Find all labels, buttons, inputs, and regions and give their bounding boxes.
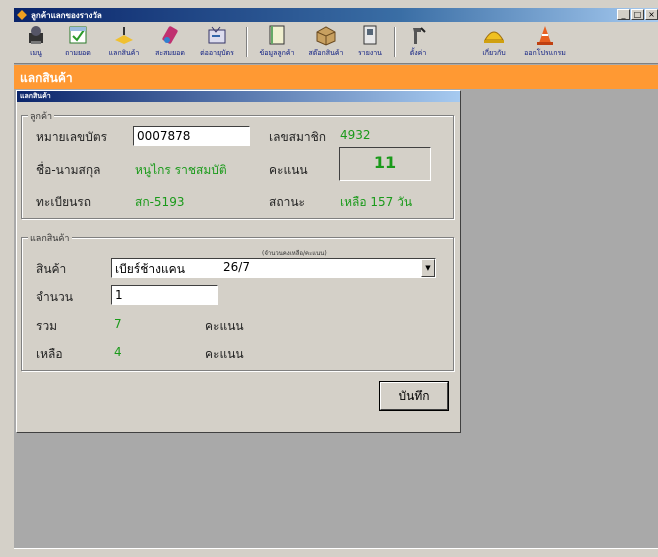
- total-value: 7: [114, 317, 122, 331]
- toolbar: เมนู ถามยอด แลกสินค้า สะสมยอด ต่ออายุบัต…: [14, 22, 658, 64]
- main-window: ลูกค้าแลกของรางวัล _ □ × เมนู ถามยอด แลก…: [14, 8, 658, 557]
- save-button[interactable]: บันทึก: [380, 382, 448, 410]
- registration-value: สก-5193: [135, 195, 185, 209]
- toolbar-menu[interactable]: เมนู: [20, 24, 52, 59]
- product-label: สินค้า: [36, 262, 67, 276]
- stock-hint: (จำนวนคงเหลือ/คะแนน): [262, 250, 327, 257]
- report-icon: [359, 24, 381, 46]
- total-label: รวม: [36, 319, 58, 333]
- page-title: แลกสินค้า: [20, 71, 73, 85]
- toolbar-report[interactable]: รายงาน: [352, 24, 388, 59]
- accumulate-icon: [159, 24, 181, 46]
- customer-info-icon: [266, 24, 288, 46]
- toolbar-exchange[interactable]: แลกสินค้า: [102, 24, 146, 59]
- renew-card-icon: [206, 24, 228, 46]
- window-title: ลูกค้าแลกของรางวัล: [31, 11, 102, 20]
- toolbar-stock[interactable]: สต๊อกสินค้า: [304, 24, 348, 59]
- points-value: 11: [339, 147, 431, 181]
- total-unit: คะแนน: [205, 319, 244, 333]
- toolbar-customer-info[interactable]: ข้อมูลลูกค้า: [252, 24, 302, 59]
- remaining-value: 4: [114, 345, 122, 359]
- exit-icon: [534, 24, 556, 46]
- toolbar-separator: [246, 27, 247, 57]
- dialog-title: แลกสินค้า: [17, 91, 460, 102]
- status-bar: [14, 548, 658, 557]
- toolbar-balance-check[interactable]: ถามยอด: [58, 24, 98, 59]
- exchange-dialog: แลกสินค้า ลูกค้า หมายเลขบัตร 0007878 เลข…: [16, 90, 461, 433]
- toolbar-accumulate[interactable]: สะสมยอด: [150, 24, 190, 59]
- status-label: สถานะ: [269, 195, 305, 209]
- menu-icon: [25, 24, 47, 46]
- customer-group-label: ลูกค้า: [28, 109, 55, 123]
- toolbar-separator: [394, 27, 395, 57]
- name-label: ชื่อ-นามสกุล: [36, 163, 101, 177]
- registration-label: ทะเบียนรถ: [36, 195, 92, 209]
- points-label: คะแนน: [269, 163, 308, 177]
- product-select[interactable]: เบียร์ช้างแคน 26/7 ▼: [111, 258, 436, 278]
- customer-group: ลูกค้า หมายเลขบัตร 0007878 เลขสมาชิก 493…: [21, 109, 454, 219]
- name-value: หนูไกร ราชสมบัติ: [135, 163, 227, 177]
- toolbar-exit[interactable]: ออกโปรแกรม: [518, 24, 572, 59]
- toolbar-about[interactable]: เกี่ยวกับ: [476, 24, 512, 59]
- toolbar-settings[interactable]: ตั้งค่า: [402, 24, 434, 59]
- remaining-label: เหลือ: [36, 347, 63, 361]
- close-button[interactable]: ×: [645, 9, 658, 20]
- card-no-input[interactable]: 0007878: [133, 126, 250, 146]
- exchange-group-label: แลกสินค้า: [28, 231, 72, 245]
- window-controls: _ □ ×: [617, 9, 658, 20]
- chevron-down-icon[interactable]: ▼: [421, 259, 435, 277]
- settings-icon: [407, 24, 429, 46]
- member-no-value: 4932: [340, 128, 371, 142]
- title-bar: ลูกค้าแลกของรางวัล _ □ ×: [14, 8, 658, 22]
- quantity-input[interactable]: 1: [111, 285, 218, 305]
- member-no-label: เลขสมาชิก: [269, 130, 327, 144]
- card-no-label: หมายเลขบัตร: [36, 130, 108, 144]
- stock-icon: [315, 24, 337, 46]
- exchange-group: แลกสินค้า (จำนวนคงเหลือ/คะแนน) สินค้า เบ…: [21, 231, 454, 371]
- app-icon: [17, 10, 27, 20]
- toolbar-renew-card[interactable]: ต่ออายุบัตร: [194, 24, 240, 59]
- maximize-button[interactable]: □: [631, 9, 644, 20]
- product-select-value: เบียร์ช้างแคน: [115, 262, 185, 276]
- balance-check-icon: [67, 24, 89, 46]
- remaining-unit: คะแนน: [205, 347, 244, 361]
- exchange-icon: [113, 24, 135, 46]
- status-value: เหลือ 157 วัน: [340, 195, 413, 209]
- quantity-label: จำนวน: [36, 290, 73, 304]
- about-icon: [483, 24, 505, 46]
- minimize-button[interactable]: _: [617, 9, 630, 20]
- product-stock-value: 26/7: [223, 260, 250, 274]
- page-header: แลกสินค้า: [14, 65, 658, 89]
